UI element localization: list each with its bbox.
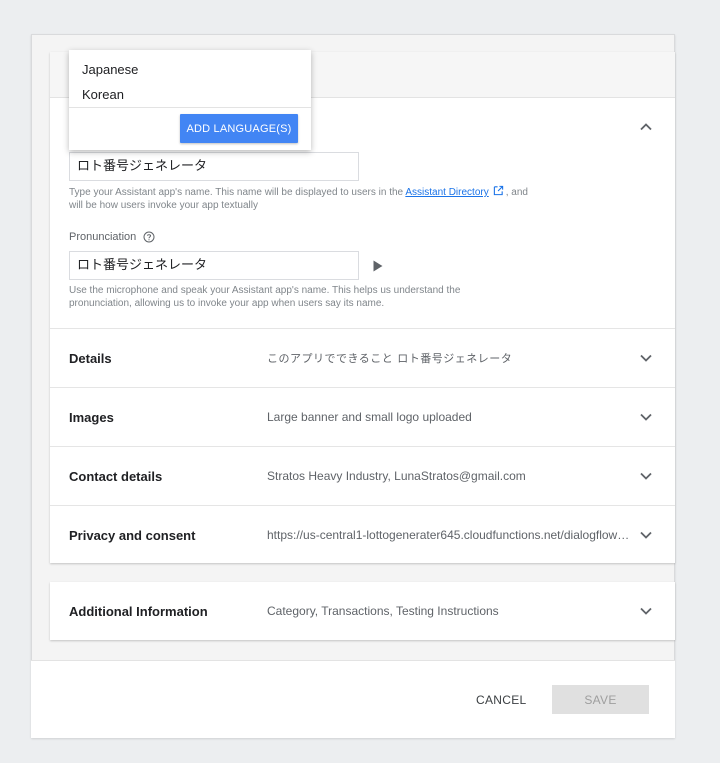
section-row-contact-details[interactable]: Contact details Stratos Heavy Industry, … [50, 446, 675, 505]
section-value: Large banner and small logo uploaded [267, 410, 472, 424]
language-option[interactable]: Japanese [82, 62, 138, 77]
chevron-down-icon[interactable] [639, 606, 653, 616]
add-language-button[interactable]: ADD LANGUAGE(S) [180, 114, 298, 143]
section-title: Images [69, 409, 114, 425]
dropdown-divider [69, 107, 311, 108]
section-title: Details [69, 350, 112, 366]
cancel-button[interactable]: CANCEL [476, 693, 526, 707]
app-name-input[interactable]: ロト番号ジェネレータ [69, 152, 359, 181]
chevron-down-icon[interactable] [639, 530, 653, 540]
section-title: Privacy and consent [69, 527, 196, 543]
chevron-down-icon[interactable] [639, 471, 653, 481]
section-row-details[interactable]: Details このアプリでできること ロト番号ジェネレータ [50, 328, 675, 387]
chevron-down-icon[interactable] [639, 353, 653, 363]
pronunciation-label-text: Pronunciation [69, 231, 137, 243]
pronunciation-input[interactable]: ロト番号ジェネレータ [69, 251, 359, 280]
section-row-privacy[interactable]: Privacy and consent https://us-central1-… [50, 505, 675, 564]
pronunciation-helper: Use the microphone and speak your Assist… [69, 285, 461, 309]
section-title: Contact details [69, 468, 163, 484]
section-title: Additional Information [69, 603, 208, 619]
external-link-icon[interactable] [493, 185, 504, 196]
app-name-helper: Type your Assistant app's name. This nam… [69, 185, 539, 212]
play-icon[interactable] [372, 259, 384, 273]
section-row-images[interactable]: Images Large banner and small logo uploa… [50, 387, 675, 446]
form-footer: CANCEL SAVE [31, 660, 675, 738]
chevron-down-icon[interactable] [639, 412, 653, 422]
help-icon[interactable] [143, 231, 155, 243]
section-value: https://us-central1-lottogenerater645.cl… [267, 528, 633, 542]
section-value: Category, Transactions, Testing Instruct… [267, 604, 499, 618]
language-option[interactable]: Korean [82, 87, 124, 102]
section-value: Stratos Heavy Industry, LunaStratos@gmai… [267, 469, 526, 483]
assistant-directory-link[interactable]: Assistant Directory [405, 187, 488, 198]
pronunciation-label: Pronunciation [69, 231, 155, 243]
section-value: このアプリでできること ロト番号ジェネレータ [267, 352, 513, 365]
section-row-additional-information[interactable]: Additional Information Category, Transac… [50, 582, 675, 640]
language-dropdown: Japanese Korean ADD LANGUAGE(S) [69, 50, 311, 150]
helper-text: Type your Assistant app's name. This nam… [69, 187, 406, 198]
additional-information-card: Additional Information Category, Transac… [50, 582, 675, 640]
save-button[interactable]: SAVE [552, 685, 649, 714]
chevron-up-icon[interactable] [639, 120, 653, 134]
